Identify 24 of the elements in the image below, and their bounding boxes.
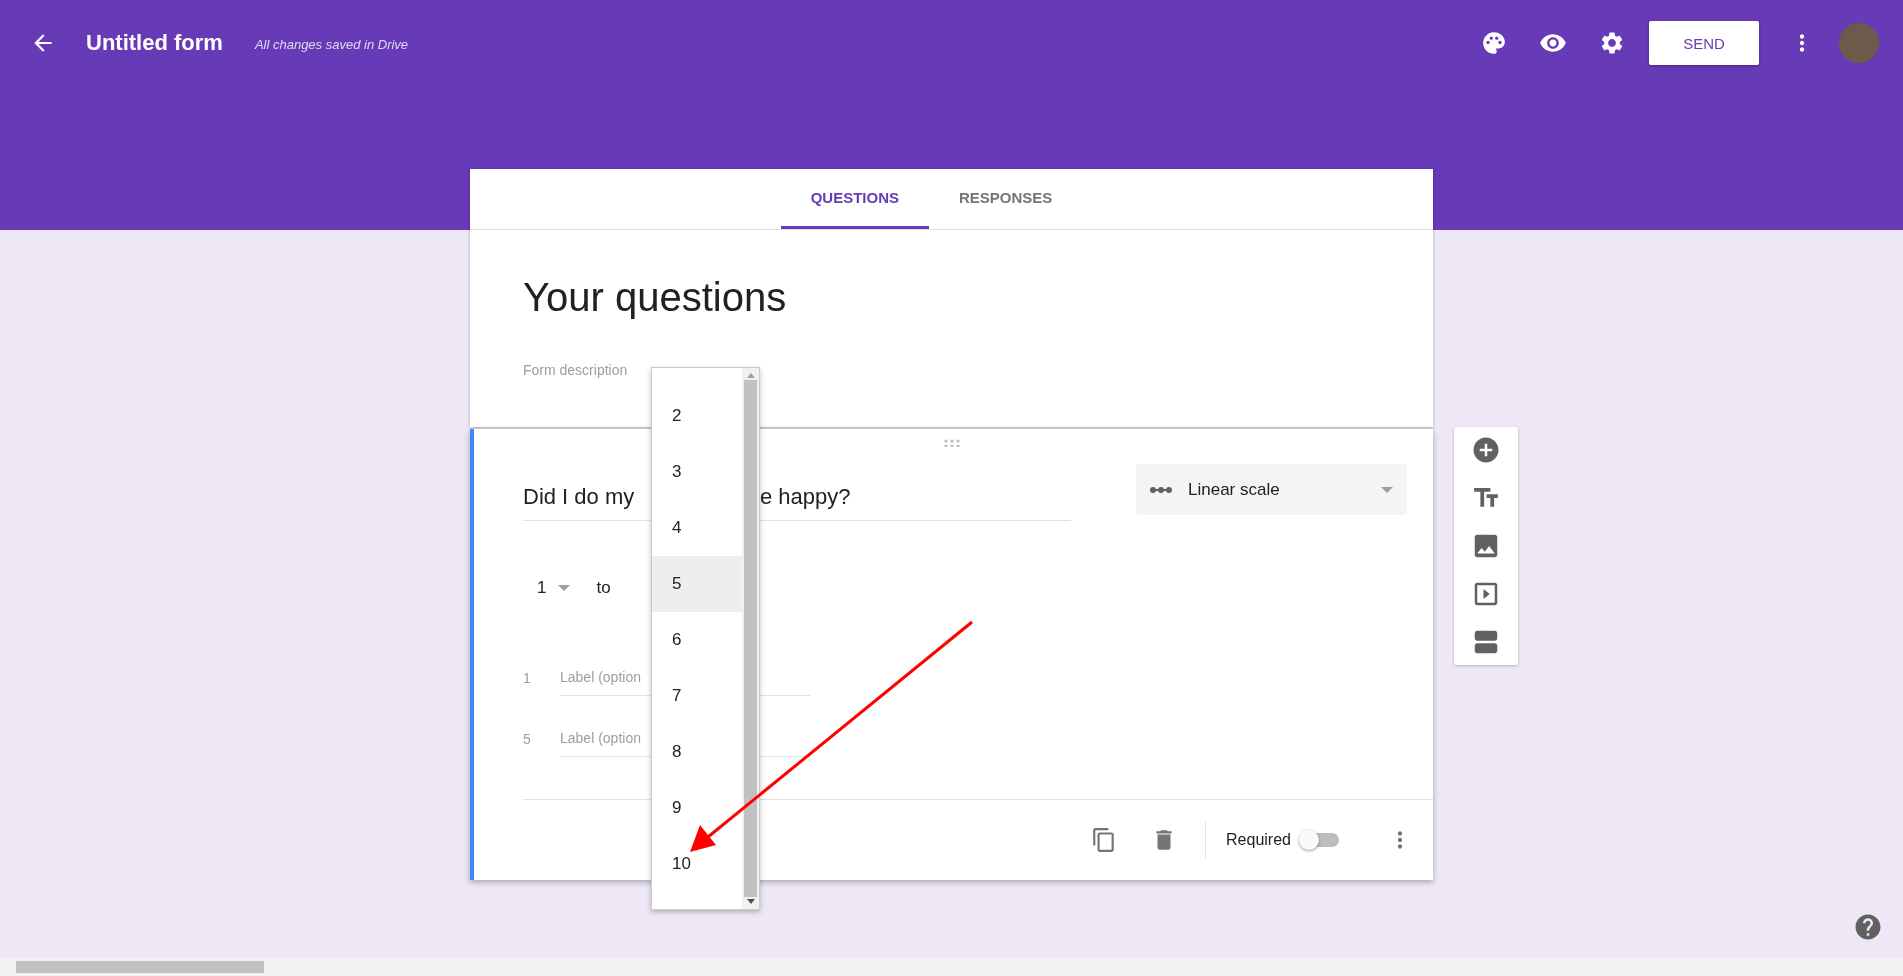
tab[interactable]: QUESTIONS <box>780 169 929 229</box>
caret-icon <box>1381 486 1393 493</box>
form-title: Untitled form <box>86 30 223 56</box>
scale-min-select[interactable]: 1 <box>537 578 571 598</box>
tab[interactable]: RESPONSES <box>929 169 1083 229</box>
scale-number: 1 <box>523 669 532 686</box>
linear-scale-icon <box>1150 485 1172 494</box>
question-type-select[interactable]: Linear scale <box>1136 464 1407 515</box>
scrollbar[interactable] <box>742 368 759 909</box>
caret-icon <box>558 585 571 591</box>
palette-icon[interactable] <box>1481 30 1507 56</box>
form-heading[interactable]: Your questions <box>523 275 1380 320</box>
settings-icon[interactable] <box>1599 30 1625 56</box>
add-icon[interactable] <box>1471 435 1501 465</box>
required-label: Required <box>1226 831 1291 849</box>
scale-separator: to <box>596 578 611 598</box>
horizontal-scrollbar[interactable] <box>0 958 1903 976</box>
send-button[interactable]: SEND <box>1649 21 1759 65</box>
scroll-down-icon[interactable] <box>746 899 755 905</box>
help-icon[interactable] <box>1853 912 1883 942</box>
dropdown-option[interactable]: 5 <box>652 556 742 612</box>
scale-number: 5 <box>523 730 532 747</box>
save-status: All changes saved in Drive <box>254 37 409 52</box>
drag-handle-icon[interactable] <box>942 439 961 447</box>
